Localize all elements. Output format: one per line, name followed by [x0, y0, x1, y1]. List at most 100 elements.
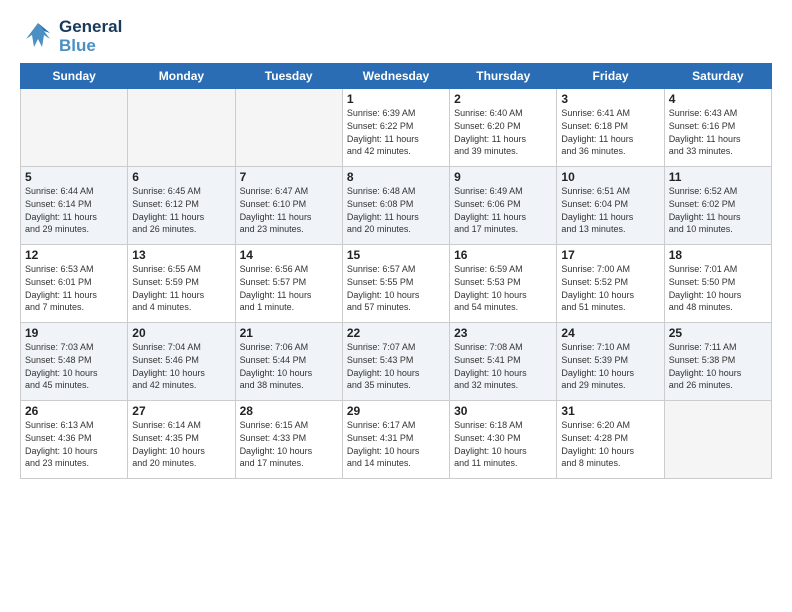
calendar-cell-w2-d5: 10Sunrise: 6:51 AM Sunset: 6:04 PM Dayli…: [557, 167, 664, 245]
day-number-3: 3: [561, 92, 659, 106]
day-number-6: 6: [132, 170, 230, 184]
calendar-cell-w3-d1: 13Sunrise: 6:55 AM Sunset: 5:59 PM Dayli…: [128, 245, 235, 323]
calendar-cell-w4-d4: 23Sunrise: 7:08 AM Sunset: 5:41 PM Dayli…: [450, 323, 557, 401]
calendar-cell-w2-d6: 11Sunrise: 6:52 AM Sunset: 6:02 PM Dayli…: [664, 167, 771, 245]
calendar-cell-w5-d4: 30Sunrise: 6:18 AM Sunset: 4:30 PM Dayli…: [450, 401, 557, 479]
calendar-cell-w1-d2: [235, 89, 342, 167]
logo-container: General Blue: [20, 18, 122, 55]
calendar-page: General Blue Sunday Monday Tuesday Wedne…: [0, 0, 792, 612]
calendar-cell-w3-d6: 18Sunrise: 7:01 AM Sunset: 5:50 PM Dayli…: [664, 245, 771, 323]
week-row-5: 26Sunrise: 6:13 AM Sunset: 4:36 PM Dayli…: [21, 401, 772, 479]
day-number-2: 2: [454, 92, 552, 106]
header-monday: Monday: [128, 64, 235, 89]
day-info-25: Sunrise: 7:11 AM Sunset: 5:38 PM Dayligh…: [669, 341, 767, 391]
header: General Blue: [20, 18, 772, 55]
day-info-10: Sunrise: 6:51 AM Sunset: 6:04 PM Dayligh…: [561, 185, 659, 235]
calendar-cell-w2-d2: 7Sunrise: 6:47 AM Sunset: 6:10 PM Daylig…: [235, 167, 342, 245]
calendar-cell-w3-d2: 14Sunrise: 6:56 AM Sunset: 5:57 PM Dayli…: [235, 245, 342, 323]
logo-svg: [20, 19, 56, 55]
day-info-22: Sunrise: 7:07 AM Sunset: 5:43 PM Dayligh…: [347, 341, 445, 391]
day-number-24: 24: [561, 326, 659, 340]
header-sunday: Sunday: [21, 64, 128, 89]
calendar-cell-w5-d6: [664, 401, 771, 479]
day-number-17: 17: [561, 248, 659, 262]
calendar-cell-w1-d4: 2Sunrise: 6:40 AM Sunset: 6:20 PM Daylig…: [450, 89, 557, 167]
day-info-9: Sunrise: 6:49 AM Sunset: 6:06 PM Dayligh…: [454, 185, 552, 235]
day-number-25: 25: [669, 326, 767, 340]
day-info-12: Sunrise: 6:53 AM Sunset: 6:01 PM Dayligh…: [25, 263, 123, 313]
day-info-14: Sunrise: 6:56 AM Sunset: 5:57 PM Dayligh…: [240, 263, 338, 313]
day-info-18: Sunrise: 7:01 AM Sunset: 5:50 PM Dayligh…: [669, 263, 767, 313]
day-number-12: 12: [25, 248, 123, 262]
calendar-cell-w1-d6: 4Sunrise: 6:43 AM Sunset: 6:16 PM Daylig…: [664, 89, 771, 167]
day-info-2: Sunrise: 6:40 AM Sunset: 6:20 PM Dayligh…: [454, 107, 552, 157]
day-info-7: Sunrise: 6:47 AM Sunset: 6:10 PM Dayligh…: [240, 185, 338, 235]
header-saturday: Saturday: [664, 64, 771, 89]
day-info-16: Sunrise: 6:59 AM Sunset: 5:53 PM Dayligh…: [454, 263, 552, 313]
calendar-cell-w2-d4: 9Sunrise: 6:49 AM Sunset: 6:06 PM Daylig…: [450, 167, 557, 245]
day-info-17: Sunrise: 7:00 AM Sunset: 5:52 PM Dayligh…: [561, 263, 659, 313]
day-info-30: Sunrise: 6:18 AM Sunset: 4:30 PM Dayligh…: [454, 419, 552, 469]
day-number-21: 21: [240, 326, 338, 340]
day-info-20: Sunrise: 7:04 AM Sunset: 5:46 PM Dayligh…: [132, 341, 230, 391]
logo-graphic: [20, 19, 56, 55]
day-info-21: Sunrise: 7:06 AM Sunset: 5:44 PM Dayligh…: [240, 341, 338, 391]
calendar-cell-w2-d1: 6Sunrise: 6:45 AM Sunset: 6:12 PM Daylig…: [128, 167, 235, 245]
calendar-cell-w3-d0: 12Sunrise: 6:53 AM Sunset: 6:01 PM Dayli…: [21, 245, 128, 323]
day-info-1: Sunrise: 6:39 AM Sunset: 6:22 PM Dayligh…: [347, 107, 445, 157]
header-friday: Friday: [557, 64, 664, 89]
header-tuesday: Tuesday: [235, 64, 342, 89]
day-number-15: 15: [347, 248, 445, 262]
logo-text-block: General Blue: [59, 18, 122, 55]
calendar-cell-w4-d2: 21Sunrise: 7:06 AM Sunset: 5:44 PM Dayli…: [235, 323, 342, 401]
day-number-26: 26: [25, 404, 123, 418]
day-number-5: 5: [25, 170, 123, 184]
calendar-cell-w3-d4: 16Sunrise: 6:59 AM Sunset: 5:53 PM Dayli…: [450, 245, 557, 323]
calendar-cell-w4-d6: 25Sunrise: 7:11 AM Sunset: 5:38 PM Dayli…: [664, 323, 771, 401]
calendar-cell-w4-d3: 22Sunrise: 7:07 AM Sunset: 5:43 PM Dayli…: [342, 323, 449, 401]
day-info-4: Sunrise: 6:43 AM Sunset: 6:16 PM Dayligh…: [669, 107, 767, 157]
day-number-7: 7: [240, 170, 338, 184]
calendar-cell-w1-d3: 1Sunrise: 6:39 AM Sunset: 6:22 PM Daylig…: [342, 89, 449, 167]
day-number-18: 18: [669, 248, 767, 262]
day-number-19: 19: [25, 326, 123, 340]
day-info-29: Sunrise: 6:17 AM Sunset: 4:31 PM Dayligh…: [347, 419, 445, 469]
calendar-cell-w5-d5: 31Sunrise: 6:20 AM Sunset: 4:28 PM Dayli…: [557, 401, 664, 479]
week-row-4: 19Sunrise: 7:03 AM Sunset: 5:48 PM Dayli…: [21, 323, 772, 401]
day-info-13: Sunrise: 6:55 AM Sunset: 5:59 PM Dayligh…: [132, 263, 230, 313]
calendar-table: Sunday Monday Tuesday Wednesday Thursday…: [20, 63, 772, 479]
day-info-26: Sunrise: 6:13 AM Sunset: 4:36 PM Dayligh…: [25, 419, 123, 469]
day-number-28: 28: [240, 404, 338, 418]
logo: General Blue: [20, 18, 122, 55]
week-row-1: 1Sunrise: 6:39 AM Sunset: 6:22 PM Daylig…: [21, 89, 772, 167]
day-number-11: 11: [669, 170, 767, 184]
calendar-cell-w5-d2: 28Sunrise: 6:15 AM Sunset: 4:33 PM Dayli…: [235, 401, 342, 479]
day-info-31: Sunrise: 6:20 AM Sunset: 4:28 PM Dayligh…: [561, 419, 659, 469]
day-number-14: 14: [240, 248, 338, 262]
day-number-31: 31: [561, 404, 659, 418]
calendar-cell-w5-d3: 29Sunrise: 6:17 AM Sunset: 4:31 PM Dayli…: [342, 401, 449, 479]
calendar-cell-w5-d1: 27Sunrise: 6:14 AM Sunset: 4:35 PM Dayli…: [128, 401, 235, 479]
day-number-20: 20: [132, 326, 230, 340]
week-row-3: 12Sunrise: 6:53 AM Sunset: 6:01 PM Dayli…: [21, 245, 772, 323]
day-info-3: Sunrise: 6:41 AM Sunset: 6:18 PM Dayligh…: [561, 107, 659, 157]
calendar-cell-w1-d0: [21, 89, 128, 167]
day-number-8: 8: [347, 170, 445, 184]
calendar-cell-w3-d3: 15Sunrise: 6:57 AM Sunset: 5:55 PM Dayli…: [342, 245, 449, 323]
day-info-6: Sunrise: 6:45 AM Sunset: 6:12 PM Dayligh…: [132, 185, 230, 235]
calendar-cell-w1-d5: 3Sunrise: 6:41 AM Sunset: 6:18 PM Daylig…: [557, 89, 664, 167]
weekday-header-row: Sunday Monday Tuesday Wednesday Thursday…: [21, 64, 772, 89]
day-number-4: 4: [669, 92, 767, 106]
calendar-cell-w2-d3: 8Sunrise: 6:48 AM Sunset: 6:08 PM Daylig…: [342, 167, 449, 245]
day-number-22: 22: [347, 326, 445, 340]
logo-blue: Blue: [59, 37, 122, 56]
day-number-27: 27: [132, 404, 230, 418]
day-number-9: 9: [454, 170, 552, 184]
day-info-19: Sunrise: 7:03 AM Sunset: 5:48 PM Dayligh…: [25, 341, 123, 391]
day-info-23: Sunrise: 7:08 AM Sunset: 5:41 PM Dayligh…: [454, 341, 552, 391]
week-row-2: 5Sunrise: 6:44 AM Sunset: 6:14 PM Daylig…: [21, 167, 772, 245]
logo-general: General: [59, 18, 122, 37]
day-info-27: Sunrise: 6:14 AM Sunset: 4:35 PM Dayligh…: [132, 419, 230, 469]
day-info-15: Sunrise: 6:57 AM Sunset: 5:55 PM Dayligh…: [347, 263, 445, 313]
header-wednesday: Wednesday: [342, 64, 449, 89]
